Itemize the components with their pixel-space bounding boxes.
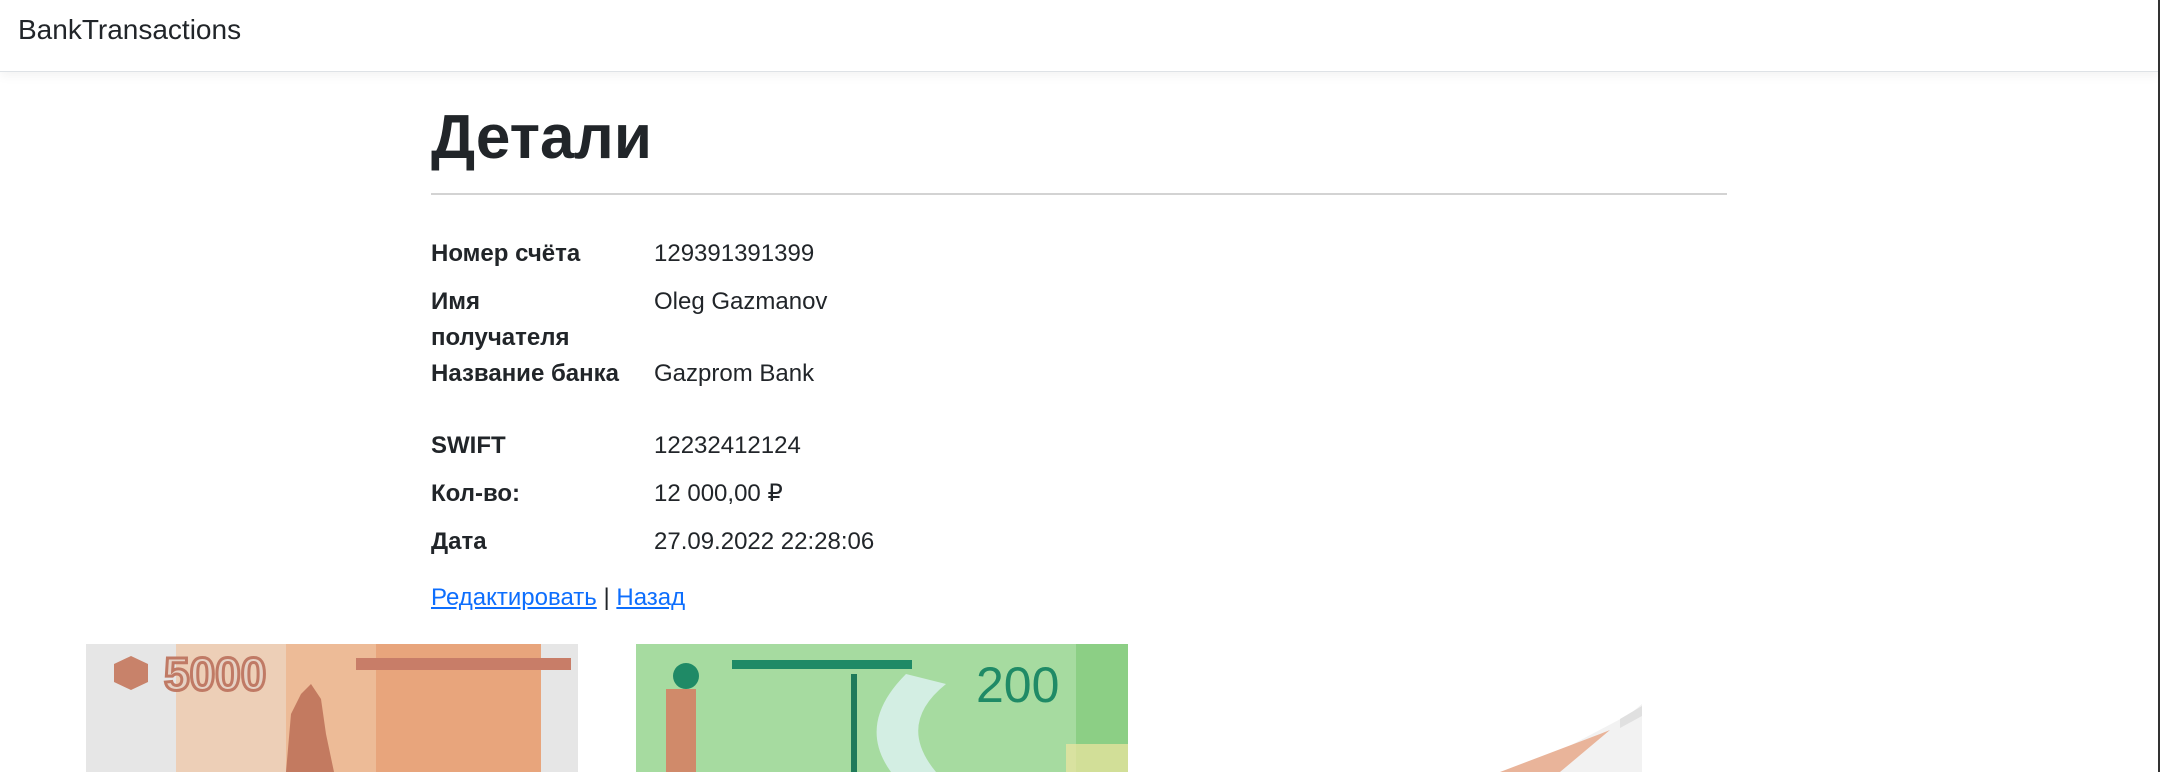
banknote-200-graphic: 200 — [636, 644, 1128, 772]
page-title: Детали — [431, 103, 652, 172]
edit-link[interactable]: Редактировать — [431, 584, 597, 611]
link-separator: | — [603, 584, 610, 611]
detail-label: Номер счёта — [431, 240, 581, 267]
detail-label: Кол-во: — [431, 480, 521, 507]
detail-value: 12232412124 — [654, 432, 801, 459]
detail-value: Gazprom Bank — [654, 360, 815, 387]
detail-label: Дата — [431, 528, 487, 555]
banknote-5000-graphic: 5000 — [86, 644, 578, 772]
divider — [431, 193, 1727, 195]
detail-label: Название банка — [431, 360, 619, 387]
detail-value: 27.09.2022 22:28:06 — [654, 528, 875, 555]
banknote-stack-graphic — [1300, 644, 1820, 772]
back-link[interactable]: Назад — [616, 584, 685, 611]
detail-value: Oleg Gazmanov — [654, 288, 828, 315]
banknote-denomination: 5000 — [164, 648, 266, 700]
navbar: BankTransactions — [0, 0, 2160, 72]
detail-label: Имя получателя — [431, 288, 570, 351]
brand-link[interactable]: BankTransactions — [18, 14, 241, 46]
banknote-200-image: 200 — [636, 644, 1128, 772]
detail-label: SWIFT — [431, 432, 506, 459]
banknote-denomination: 200 — [976, 657, 1059, 713]
detail-value: 12 000,00 ₽ — [654, 480, 783, 507]
banknote-stack-image — [1300, 644, 1820, 772]
banknote-5000-image: 5000 — [86, 644, 578, 772]
action-links: Редактировать | Назад — [431, 580, 685, 616]
detail-value: 129391391399 — [654, 240, 815, 267]
